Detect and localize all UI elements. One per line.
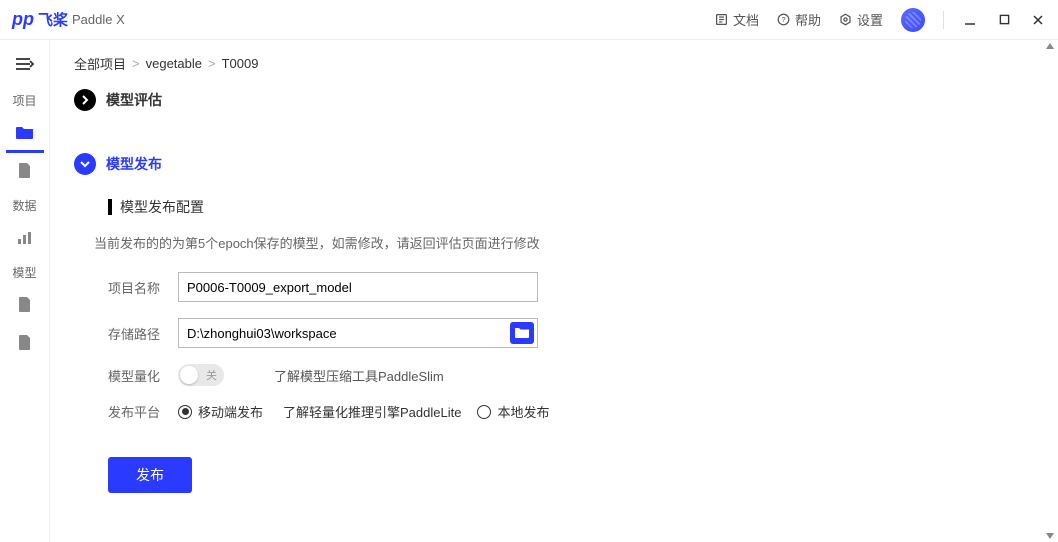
sidebar-item-file-2[interactable]: [0, 287, 50, 325]
radio-local[interactable]: [477, 405, 491, 419]
radio-local-label: 本地发布: [497, 402, 549, 421]
file-icon: [18, 297, 32, 316]
platform-label: 发布平台: [108, 402, 178, 421]
logo-en: Paddle X: [72, 12, 125, 27]
sidebar-item-file-3[interactable]: [0, 325, 50, 363]
sidebar-section-model: 模型: [12, 264, 36, 281]
section-publish[interactable]: 模型发布: [74, 153, 1022, 175]
breadcrumb-sep: >: [132, 56, 140, 71]
project-name-input[interactable]: [178, 272, 538, 302]
section-publish-title: 模型发布: [106, 154, 162, 174]
browse-folder-button[interactable]: [510, 322, 534, 344]
folder-icon: [16, 125, 34, 143]
settings-link[interactable]: 设置: [839, 10, 883, 29]
breadcrumb-mid[interactable]: vegetable: [146, 56, 202, 71]
sidebar: 项目 数据 模型: [0, 40, 50, 542]
chevron-right-icon: [74, 89, 96, 111]
settings-label: 设置: [857, 10, 883, 29]
paddleslim-link[interactable]: 了解模型压缩工具PaddleSlim: [274, 366, 444, 385]
help-link[interactable]: ? 帮助: [777, 10, 821, 29]
folder-icon: [515, 326, 529, 341]
toggle-off-text: 关: [206, 367, 217, 383]
logo-glyph: pp: [12, 9, 34, 30]
svg-text:?: ?: [782, 15, 786, 24]
quantization-label: 模型量化: [108, 366, 178, 385]
storage-path-label: 存储路径: [108, 324, 178, 343]
breadcrumb-leaf: T0009: [222, 56, 259, 71]
close-button[interactable]: [1030, 12, 1046, 28]
title-bar-accent: [108, 199, 112, 215]
sidebar-item-file-1[interactable]: [0, 153, 50, 191]
doc-icon: [715, 13, 729, 27]
gear-icon: [839, 13, 853, 27]
app-logo: pp 飞桨 Paddle X: [12, 9, 125, 30]
logo-cn: 飞桨: [38, 9, 68, 30]
paddlelite-link[interactable]: 了解轻量化推理引擎PaddleLite: [283, 402, 461, 421]
sidebar-toggle[interactable]: [9, 48, 41, 80]
maximize-button[interactable]: [996, 12, 1012, 28]
quantization-toggle[interactable]: 关: [178, 364, 224, 386]
content-pane: 全部项目 > vegetable > T0009 模型评估 模型发布: [50, 40, 1058, 542]
sidebar-item-folder[interactable]: [0, 115, 50, 153]
file-icon: [18, 335, 32, 354]
scroll-up-icon[interactable]: [1044, 40, 1056, 52]
toggle-knob: [180, 366, 198, 384]
vertical-scrollbar[interactable]: [1044, 40, 1056, 542]
sidebar-section-project: 项目: [12, 92, 36, 109]
title-bar: pp 飞桨 Paddle X 文档 ? 帮助 设置: [0, 0, 1058, 40]
project-name-label: 项目名称: [108, 278, 178, 297]
section-eval[interactable]: 模型评估: [74, 89, 1022, 111]
subsection-config: 模型发布配置: [108, 197, 1022, 217]
radio-mobile[interactable]: [178, 405, 192, 419]
config-title: 模型发布配置: [120, 197, 204, 217]
help-label: 帮助: [795, 10, 821, 29]
divider: [943, 11, 944, 29]
titlebar-actions: 文档 ? 帮助 设置: [715, 8, 1046, 32]
docs-label: 文档: [733, 10, 759, 29]
breadcrumb: 全部项目 > vegetable > T0009: [74, 54, 1022, 73]
scroll-down-icon[interactable]: [1044, 530, 1056, 542]
file-icon: [18, 163, 32, 182]
section-eval-title: 模型评估: [106, 90, 162, 110]
chart-icon: [17, 231, 33, 248]
chevron-down-icon: [74, 153, 96, 175]
radio-mobile-label: 移动端发布: [198, 402, 263, 421]
help-icon: ?: [777, 13, 791, 27]
breadcrumb-root[interactable]: 全部项目: [74, 54, 126, 73]
publish-button[interactable]: 发布: [108, 457, 192, 493]
sidebar-item-chart[interactable]: [0, 220, 50, 258]
sidebar-section-data: 数据: [12, 197, 36, 214]
minimize-button[interactable]: [962, 12, 978, 28]
storage-path-input[interactable]: [178, 318, 538, 348]
breadcrumb-sep: >: [208, 56, 216, 71]
publish-button-label: 发布: [136, 465, 164, 485]
docs-link[interactable]: 文档: [715, 10, 759, 29]
avatar[interactable]: [901, 8, 925, 32]
config-description: 当前发布的的为第5个epoch保存的模型，如需修改，请返回评估页面进行修改: [94, 233, 1022, 252]
